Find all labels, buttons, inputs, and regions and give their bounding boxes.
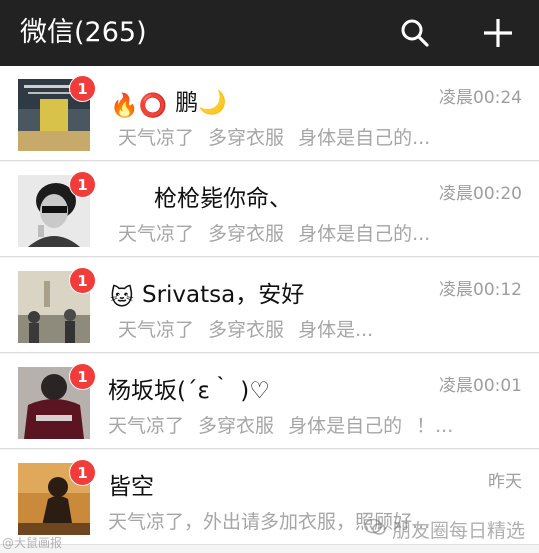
chat-time: 凌晨00:20 bbox=[439, 184, 522, 204]
page-title: 微信(265) bbox=[20, 17, 147, 48]
search-icon[interactable] bbox=[395, 13, 435, 53]
unread-badge: 1 bbox=[69, 267, 96, 294]
chat-row[interactable]: 1 杨坂坂(´ε｀ )♡ 凌晨00:01 天气凉了 多穿衣服 身体是自己的 ！.… bbox=[0, 354, 539, 449]
cat-emoji: 🐱 bbox=[110, 285, 134, 311]
unread-badge: 1 bbox=[69, 363, 96, 390]
chat-row[interactable]: 1 🔥⭕ 鹏🌙 凌晨00:24 天气凉了 多穿衣服 身体是自己的... bbox=[0, 66, 539, 161]
chat-name: 杨坂坂(´ε｀ )♡ bbox=[108, 378, 270, 404]
chat-time: 凌晨00:12 bbox=[439, 280, 522, 300]
wechat-logo-icon bbox=[364, 518, 386, 541]
chat-time: 昨天 bbox=[488, 472, 522, 492]
chat-preview: 天气凉了 多穿衣服 身体是... bbox=[118, 319, 374, 341]
chat-name: 皆空 bbox=[108, 474, 154, 500]
unread-badge: 1 bbox=[69, 75, 96, 102]
chat-time: 凌晨00:24 bbox=[439, 88, 522, 108]
chat-row[interactable]: 1 枪枪毙你命、 凌晨00:20 天气凉了 多穿衣服 身体是自己的... bbox=[0, 162, 539, 257]
top-bar: 微信(265) bbox=[0, 0, 539, 66]
chat-name: 🐱 Srivatsa，安好 bbox=[110, 282, 305, 311]
unread-badge: 1 bbox=[69, 459, 96, 486]
chat-preview: 天气凉了 多穿衣服 身体是自己的 ！... bbox=[108, 415, 454, 437]
chat-time: 凌晨00:01 bbox=[439, 376, 522, 396]
chat-name: 🔥⭕ 鹏🌙 bbox=[110, 90, 227, 119]
chat-row[interactable]: 1 🐱 Srivatsa，安好 凌晨00:12 天气凉了 多穿衣服 身体是... bbox=[0, 258, 539, 353]
watermark-left: @大鼠画报 bbox=[2, 536, 63, 550]
fire-circle-emoji: 🔥⭕ bbox=[110, 93, 168, 119]
chat-preview: 天气凉了 多穿衣服 身体是自己的... bbox=[118, 223, 431, 245]
chat-name: 枪枪毙你命、 bbox=[154, 186, 292, 212]
watermark-right: 朋友圈每日精选 bbox=[364, 516, 525, 543]
unread-badge: 1 bbox=[69, 171, 96, 198]
plus-icon[interactable] bbox=[478, 13, 518, 53]
chat-preview: 天气凉了 多穿衣服 身体是自己的... bbox=[118, 127, 431, 149]
